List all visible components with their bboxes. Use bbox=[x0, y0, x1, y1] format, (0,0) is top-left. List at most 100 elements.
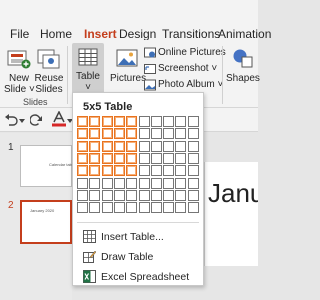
table-grid-cell[interactable] bbox=[101, 116, 113, 127]
table-grid-cell[interactable] bbox=[175, 189, 187, 201]
table-grid-cell[interactable] bbox=[101, 152, 113, 164]
table-grid-cell[interactable] bbox=[77, 152, 88, 164]
table-grid-cell[interactable] bbox=[175, 177, 187, 189]
tab-design[interactable]: Design bbox=[119, 27, 156, 41]
table-grid-cell[interactable] bbox=[150, 189, 162, 201]
table-grid-cell[interactable] bbox=[150, 152, 162, 164]
insert-table-item[interactable]: Insert Table... bbox=[77, 227, 201, 247]
table-grid-cell[interactable] bbox=[150, 116, 162, 127]
table-grid-cell[interactable] bbox=[138, 177, 150, 189]
table-grid-cell[interactable] bbox=[150, 202, 162, 214]
table-grid-cell[interactable] bbox=[126, 202, 138, 214]
table-grid-cell[interactable] bbox=[113, 140, 125, 152]
table-grid-cell[interactable] bbox=[89, 202, 101, 214]
table-grid-cell[interactable] bbox=[101, 202, 113, 214]
excel-spreadsheet-item[interactable]: Excel Spreadsheet bbox=[77, 267, 201, 287]
table-grid-cell[interactable] bbox=[187, 189, 199, 201]
table-grid-cell[interactable] bbox=[77, 116, 88, 127]
tab-insert[interactable]: Insert bbox=[84, 27, 117, 41]
table-grid-cell[interactable] bbox=[113, 189, 125, 201]
table-grid-cell[interactable] bbox=[113, 165, 125, 177]
table-grid-cell[interactable] bbox=[163, 140, 175, 152]
table-grid-cell[interactable] bbox=[77, 165, 88, 177]
table-grid-cell[interactable] bbox=[126, 152, 138, 164]
table-grid-cell[interactable] bbox=[77, 140, 88, 152]
table-grid-cell[interactable] bbox=[89, 152, 101, 164]
table-grid-cell[interactable] bbox=[138, 189, 150, 201]
table-grid-cell[interactable] bbox=[89, 116, 101, 127]
table-grid-cell[interactable] bbox=[150, 140, 162, 152]
table-grid-cell[interactable] bbox=[163, 128, 175, 140]
tab-animations[interactable]: Animation bbox=[218, 27, 271, 41]
table-grid-cell[interactable] bbox=[163, 177, 175, 189]
slide-thumbnail-2[interactable]: January 2020 bbox=[20, 200, 72, 244]
new-slide-button[interactable]: New Slide ˅ bbox=[4, 44, 35, 95]
table-grid-cell[interactable] bbox=[163, 189, 175, 201]
table-grid-cell[interactable] bbox=[113, 116, 125, 127]
slide-canvas[interactable]: Janua bbox=[204, 162, 258, 266]
table-grid-cell[interactable] bbox=[150, 165, 162, 177]
table-grid-cell[interactable] bbox=[113, 152, 125, 164]
undo-icon[interactable] bbox=[4, 114, 18, 126]
table-grid-cell[interactable] bbox=[187, 165, 199, 177]
table-grid-cell[interactable] bbox=[163, 202, 175, 214]
table-grid-cell[interactable] bbox=[163, 165, 175, 177]
table-grid-cell[interactable] bbox=[101, 189, 113, 201]
table-grid-cell[interactable] bbox=[101, 140, 113, 152]
pictures-button[interactable]: Pictures bbox=[110, 44, 146, 94]
font-color-icon[interactable] bbox=[52, 111, 66, 127]
table-grid-cell[interactable] bbox=[77, 128, 88, 140]
table-grid-cell[interactable] bbox=[77, 189, 88, 201]
table-grid-cell[interactable] bbox=[89, 128, 101, 140]
table-grid-cell[interactable] bbox=[126, 128, 138, 140]
table-grid-cell[interactable] bbox=[89, 189, 101, 201]
table-grid-cell[interactable] bbox=[187, 202, 199, 214]
table-grid-cell[interactable] bbox=[175, 165, 187, 177]
table-grid-cell[interactable] bbox=[138, 165, 150, 177]
slide-thumbnail-1[interactable]: Calendar tab bbox=[20, 145, 72, 187]
table-grid-cell[interactable] bbox=[138, 116, 150, 127]
screenshot-button[interactable]: Screenshot ˅ bbox=[144, 62, 217, 76]
slide-title[interactable]: Janua bbox=[208, 178, 258, 209]
table-grid-cell[interactable] bbox=[175, 140, 187, 152]
tab-home[interactable]: Home bbox=[40, 27, 72, 41]
table-grid-cell[interactable] bbox=[126, 165, 138, 177]
table-grid-cell[interactable] bbox=[77, 177, 88, 189]
shapes-button[interactable]: Shapes bbox=[226, 44, 260, 94]
table-grid-cell[interactable] bbox=[89, 177, 101, 189]
table-grid-cell[interactable] bbox=[126, 116, 138, 127]
table-grid-cell[interactable] bbox=[175, 152, 187, 164]
table-grid-cell[interactable] bbox=[187, 128, 199, 140]
table-grid-cell[interactable] bbox=[126, 177, 138, 189]
table-grid-cell[interactable] bbox=[163, 116, 175, 127]
table-grid-cell[interactable] bbox=[138, 140, 150, 152]
table-grid-cell[interactable] bbox=[101, 165, 113, 177]
table-grid-cell[interactable] bbox=[138, 152, 150, 164]
undo-dropdown-icon[interactable] bbox=[19, 119, 25, 123]
table-grid-cell[interactable] bbox=[101, 177, 113, 189]
draw-table-item[interactable]: Draw Table bbox=[77, 247, 201, 267]
table-grid-cell[interactable] bbox=[175, 202, 187, 214]
tab-file[interactable]: File bbox=[10, 27, 29, 41]
table-grid-cell[interactable] bbox=[138, 128, 150, 140]
table-grid-cell[interactable] bbox=[126, 140, 138, 152]
table-grid-cell[interactable] bbox=[101, 128, 113, 140]
table-grid-cell[interactable] bbox=[175, 128, 187, 140]
online-pictures-button[interactable]: Online Pictures bbox=[144, 46, 226, 60]
table-grid-cell[interactable] bbox=[187, 152, 199, 164]
table-grid-cell[interactable] bbox=[113, 177, 125, 189]
reuse-slides-button[interactable]: Reuse Slides bbox=[34, 44, 64, 95]
table-grid-cell[interactable] bbox=[126, 189, 138, 201]
table-grid-cell[interactable] bbox=[187, 177, 199, 189]
redo-icon[interactable] bbox=[30, 114, 44, 126]
table-grid-cell[interactable] bbox=[113, 202, 125, 214]
table-grid-cell[interactable] bbox=[113, 128, 125, 140]
table-grid-cell[interactable] bbox=[77, 202, 88, 214]
table-grid-cell[interactable] bbox=[187, 140, 199, 152]
table-grid-cell[interactable] bbox=[150, 128, 162, 140]
table-grid-cell[interactable] bbox=[138, 202, 150, 214]
table-grid-cell[interactable] bbox=[89, 165, 101, 177]
table-grid-cell[interactable] bbox=[89, 140, 101, 152]
table-grid-cell[interactable] bbox=[187, 116, 199, 127]
table-grid-cell[interactable] bbox=[163, 152, 175, 164]
